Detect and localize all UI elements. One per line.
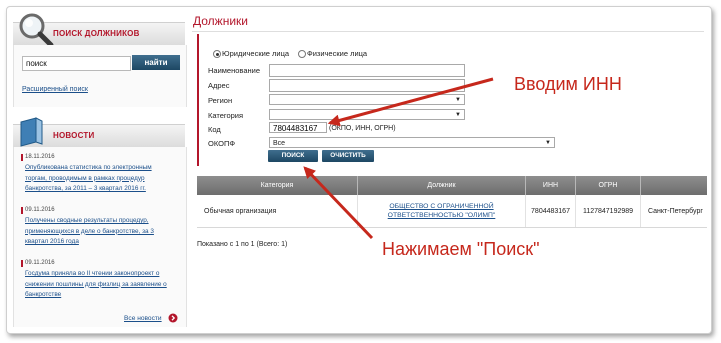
arrow-to-inn-field xyxy=(327,77,494,127)
annotation-enter-inn: Вводим ИНН xyxy=(514,74,622,94)
annotation-press-search: Нажимаем "Поиск" xyxy=(382,239,540,259)
annotation-arrows xyxy=(303,77,494,240)
arrow-to-search-button xyxy=(303,166,374,240)
